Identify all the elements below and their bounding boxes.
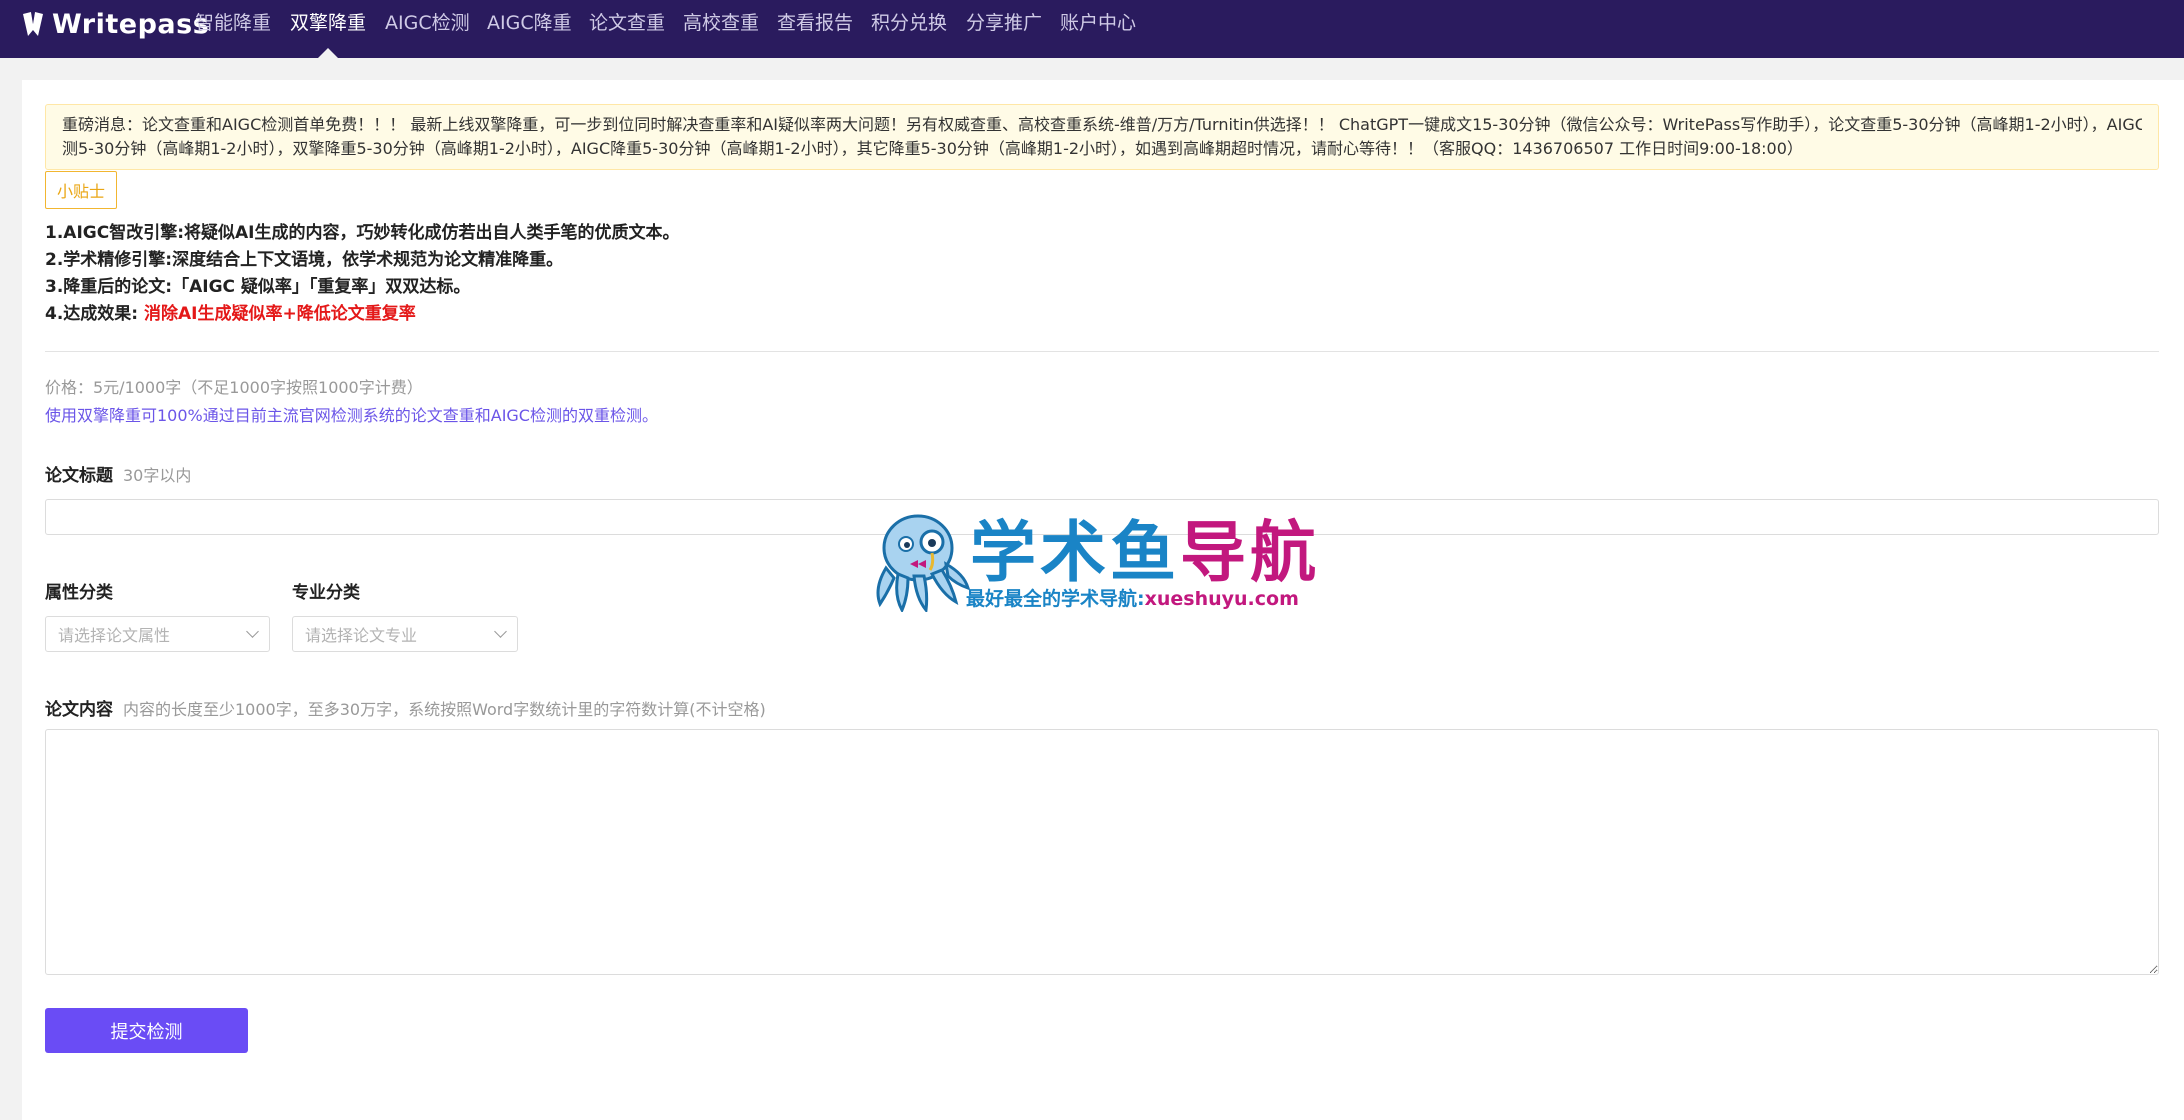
tips-tag: 小贴士 (45, 171, 117, 209)
title-label-text: 论文标题 (45, 466, 113, 486)
nav-item-plagiarism-check[interactable]: 论文查重 (589, 10, 665, 36)
brand-name: Writepass (52, 8, 210, 40)
announcement-banner: 重磅消息：论文查重和AIGC检测首单免费！！！ 最新上线双擎降重，可一步到位同时… (45, 104, 2159, 170)
top-navigation-bar: Writepass 智能降重 双擎降重 AIGC检测 AIGC降重 论文查重 高… (0, 0, 2184, 58)
tip-item-1: 1.AIGC智改引擎:将疑似AI生成的内容，巧妙转化成仿若出自人类手笔的优质文本… (45, 223, 680, 243)
announcement-line-1: 重磅消息：论文查重和AIGC检测首单免费！！！ 最新上线双擎降重，可一步到位同时… (62, 115, 2142, 134)
announcement-line-2: 测5-30分钟（高峰期1-2小时），双擎降重5-30分钟（高峰期1-2小时），A… (62, 139, 1803, 158)
chevron-down-icon (246, 625, 259, 638)
brand-logo[interactable]: Writepass (20, 4, 209, 44)
active-nav-indicator (318, 48, 338, 58)
content-textarea[interactable] (45, 729, 2159, 975)
content-label-text: 论文内容 (45, 700, 113, 720)
watermark-subtitle-part1: 最好最全的学术导航: (966, 588, 1145, 610)
nav-item-aigc-rewrite[interactable]: AIGC降重 (487, 10, 572, 36)
submit-button[interactable]: 提交检测 (45, 1008, 248, 1053)
nav-item-account-center[interactable]: 账户中心 (1060, 10, 1136, 36)
nav-item-share-promotion[interactable]: 分享推广 (966, 10, 1042, 36)
tip-item-4-highlight: 消除AI生成疑似率+降低论文重复率 (144, 304, 416, 324)
writepass-logo-icon (23, 12, 43, 36)
attr-category-select[interactable]: 请选择论文属性 (45, 616, 270, 652)
attr-category-label: 属性分类 (45, 583, 113, 603)
nav-item-aigc-detection[interactable]: AIGC检测 (385, 10, 470, 36)
tip-item-2: 2.学术精修引擎:深度结合上下文语境，依学术规范为论文精准降重。 (45, 250, 564, 270)
octopus-mascot-icon (876, 514, 970, 612)
title-field-label: 论文标题 30字以内 (45, 461, 191, 486)
major-category-label: 专业分类 (292, 583, 360, 603)
guarantee-text: 使用双擎降重可100%通过目前主流官网检测系统的论文查重和AIGC检测的双重检测… (45, 406, 658, 425)
nav-item-smart-rewrite[interactable]: 智能降重 (195, 10, 271, 36)
chevron-down-icon (494, 625, 507, 638)
tip-item-4: 4.达成效果: 消除AI生成疑似率+降低论文重复率 (45, 301, 416, 327)
nav-item-university-check[interactable]: 高校查重 (683, 10, 759, 36)
major-select-placeholder: 请选择论文专业 (305, 626, 418, 645)
tip-item-4-prefix: 4.达成效果: (45, 304, 139, 324)
watermark-overlay: 学术鱼导航 最好最全的学术导航:xueshuyu.com (870, 508, 1320, 618)
watermark-subtitle: 最好最全的学术导航:xueshuyu.com (966, 584, 1299, 611)
nav-item-view-reports[interactable]: 查看报告 (777, 10, 853, 36)
nav-item-points-exchange[interactable]: 积分兑换 (871, 10, 947, 36)
price-info: 价格：5元/1000字（不足1000字按照1000字计费） (45, 378, 423, 397)
section-divider (45, 351, 2159, 352)
content-field-label: 论文内容 内容的长度至少1000字，至多30万字，系统按照Word字数统计里的字符… (45, 695, 766, 720)
watermark-title: 学术鱼导航 (970, 518, 1320, 588)
major-category-select[interactable]: 请选择论文专业 (292, 616, 518, 652)
tip-item-3: 3.降重后的论文:「AIGC 疑似率」「重复率」双双达标。 (45, 277, 471, 297)
nav-item-dual-engine-rewrite[interactable]: 双擎降重 (290, 10, 366, 36)
content-hint: 内容的长度至少1000字，至多30万字，系统按照Word字数统计里的字符数计算(… (123, 700, 766, 719)
attr-select-placeholder: 请选择论文属性 (58, 626, 171, 645)
watermark-subtitle-part2: xueshuyu.com (1144, 588, 1299, 610)
watermark-title-part2: 导航 (1180, 514, 1320, 591)
title-hint: 30字以内 (123, 466, 192, 485)
watermark-title-part1: 学术鱼 (970, 514, 1180, 591)
